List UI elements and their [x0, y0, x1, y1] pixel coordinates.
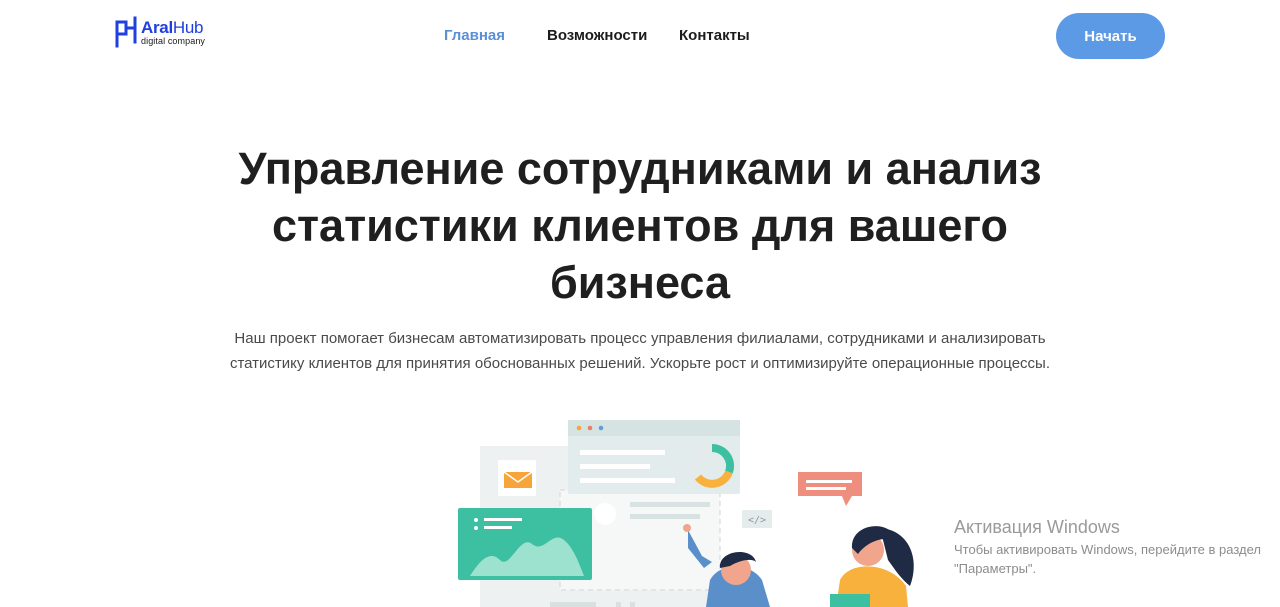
nav-link-home[interactable]: Главная — [444, 27, 505, 44]
teal-card-line — [484, 518, 522, 521]
nav-link-contacts[interactable]: Контакты — [679, 27, 750, 44]
hero-title: Управление сотрудниками и анализ статист… — [238, 143, 1042, 308]
windows-activation-watermark: Активация Windows Чтобы активировать Win… — [954, 516, 1274, 578]
lines-line — [630, 502, 710, 507]
man-hand — [683, 524, 691, 532]
hero-subtitle: Наш проект помогает бизнесам автоматизир… — [229, 330, 1051, 372]
watermark-description: Чтобы активировать Windows, перейдите в … — [954, 542, 1261, 576]
browser-dot-orange — [576, 425, 582, 431]
browser-dot-blue — [598, 425, 604, 431]
woman-tablet — [830, 594, 870, 607]
speech-line — [806, 487, 846, 490]
browser-dot-red — [587, 425, 593, 431]
teal-card-dot — [474, 526, 478, 530]
browser-line — [580, 464, 650, 469]
bottom-dash — [630, 602, 635, 607]
nav-link-features[interactable]: Возможности — [547, 27, 647, 44]
landing-page: AralHub digital company Главная Возможно… — [0, 0, 1280, 607]
code-tag-text: </> — [748, 515, 766, 526]
bottom-dash — [550, 602, 596, 607]
teal-card-line — [484, 526, 512, 529]
bottom-dash — [616, 602, 621, 607]
start-button[interactable]: Начать — [1056, 13, 1165, 59]
browser-line — [580, 450, 665, 455]
speech-line — [806, 480, 852, 483]
teal-card-dot — [474, 518, 478, 522]
browser-line — [580, 478, 675, 483]
avatar-circle — [594, 503, 616, 525]
hero-illustration: </> — [458, 420, 914, 607]
watermark-title: Активация Windows — [954, 517, 1120, 537]
browser-topbar — [568, 420, 740, 436]
lines-line — [630, 514, 700, 519]
